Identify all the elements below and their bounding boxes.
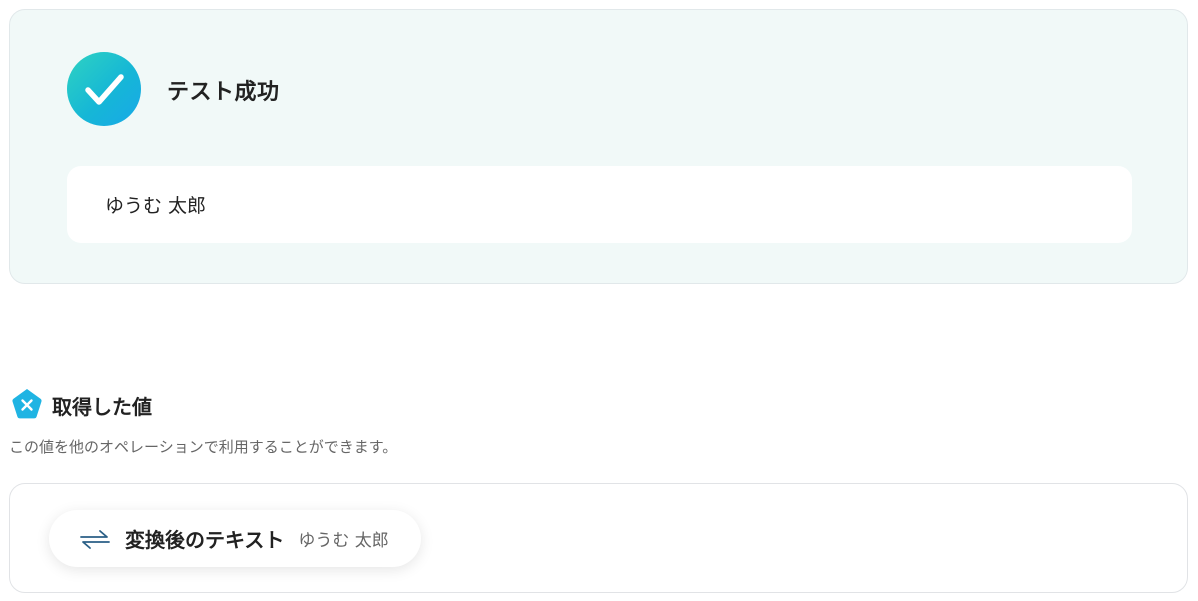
section-title: 取得した値 <box>52 395 152 419</box>
value-chip-label: 変換後のテキスト <box>125 528 285 552</box>
obtained-values-card: 変換後のテキスト ゆうむ 太郎 <box>9 483 1188 593</box>
value-chip-value: ゆうむ 太郎 <box>298 531 389 551</box>
success-check-icon <box>67 52 141 126</box>
value-chip[interactable]: 変換後のテキスト ゆうむ 太郎 <box>49 510 421 567</box>
section-description: この値を他のオペレーションで利用することができます。 <box>9 438 398 456</box>
test-success-card: テスト成功 ゆうむ 太郎 <box>9 9 1188 284</box>
success-title: テスト成功 <box>167 80 280 105</box>
result-output-box: ゆうむ 太郎 <box>67 166 1132 243</box>
result-output-text: ゆうむ 太郎 <box>105 195 207 217</box>
swap-arrows-icon <box>80 529 110 549</box>
yoom-logo-icon <box>12 389 42 419</box>
